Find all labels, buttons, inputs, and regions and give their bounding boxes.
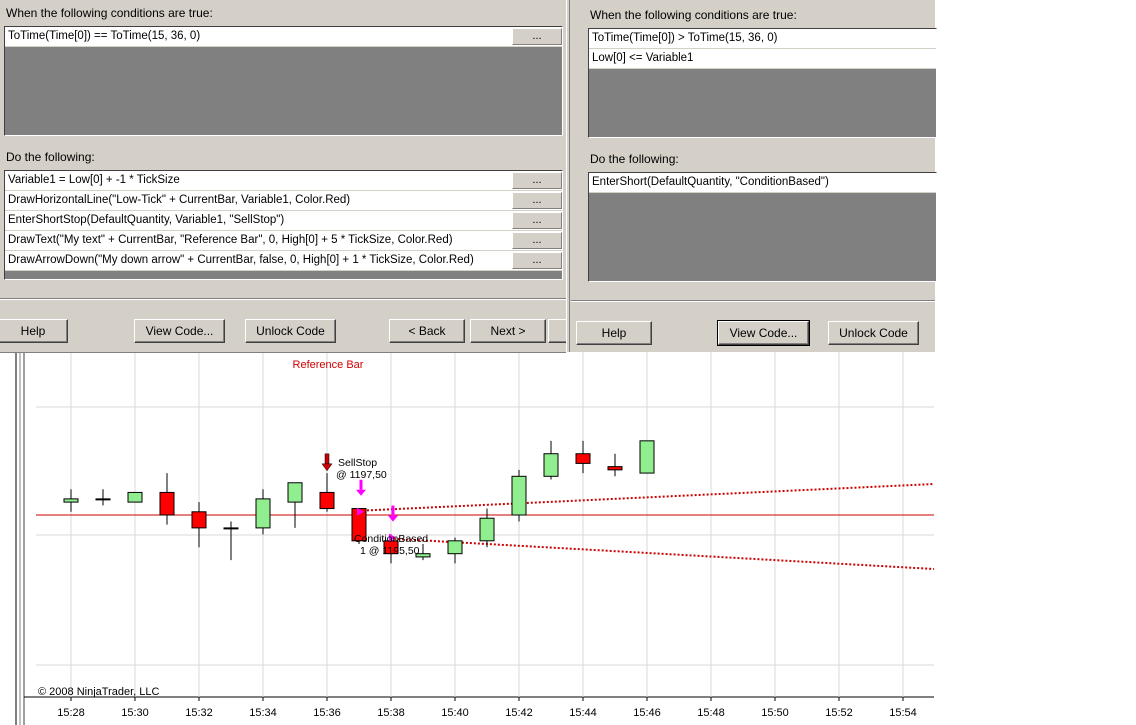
- sellstop-label: SellStop: [338, 457, 377, 469]
- action-text: DrawText("My text" + CurrentBar, "Refere…: [8, 234, 453, 246]
- edit-condition-button[interactable]: ...: [512, 28, 562, 45]
- down-arrow-shaft: [324, 453, 330, 465]
- separator: [0, 298, 566, 300]
- conditions-label: When the following conditions are true:: [590, 8, 797, 22]
- candle-body: [639, 440, 655, 474]
- candle-body: [255, 498, 271, 529]
- copyright-text: © 2008 NinjaTrader, LLC: [38, 686, 159, 698]
- price-chart[interactable]: 15:28 15:30 15:32 15:34 15:36 15:38 15:40 15:42…: [0, 352, 934, 725]
- condition-text: ToTime(Time[0]) > ToTime(15, 36, 0): [592, 32, 778, 44]
- action-row[interactable]: DrawHorizontalLine("Low-Tick" + CurrentB…: [5, 191, 562, 211]
- edit-action-button[interactable]: ...: [512, 192, 562, 209]
- conditions-label: When the following conditions are true:: [6, 6, 213, 20]
- x-tick-label: 15:32: [185, 707, 213, 719]
- x-tick-label: 15:52: [825, 707, 853, 719]
- x-tick-label: 15:42: [505, 707, 533, 719]
- candle-body: [127, 491, 143, 503]
- action-row[interactable]: DrawArrowDown("My down arrow" + CurrentB…: [5, 251, 562, 271]
- view-code-button[interactable]: View Code...: [134, 319, 225, 343]
- x-tick-label: 15:54: [889, 707, 917, 719]
- x-tick-label: 15:30: [121, 707, 149, 719]
- candle-body: [191, 511, 207, 529]
- x-tick-label: 15:40: [441, 707, 469, 719]
- unlock-code-button[interactable]: Unlock Code: [828, 321, 919, 345]
- condition-text: ToTime(Time[0]) == ToTime(15, 36, 0): [8, 30, 201, 42]
- edit-action-button[interactable]: ...: [512, 252, 562, 269]
- help-button[interactable]: Help: [576, 321, 652, 345]
- candle-body: [319, 491, 335, 510]
- actions-list[interactable]: Variable1 = Low[0] + -1 * TickSize ... D…: [4, 170, 563, 280]
- edit-action-button[interactable]: ...: [512, 172, 562, 189]
- condition-row[interactable]: ToTime(Time[0]) == ToTime(15, 36, 0) ...: [5, 27, 562, 47]
- strategy-wizard-right: When the following conditions are true: …: [566, 0, 937, 352]
- candle-body: [543, 453, 559, 477]
- x-tick-label: 15:28: [57, 707, 85, 719]
- separator: [571, 300, 935, 302]
- strategy-wizard-left: When the following conditions are true: …: [0, 0, 578, 353]
- action-row[interactable]: Variable1 = Low[0] + -1 * TickSize ...: [5, 171, 562, 191]
- x-tick-label: 15:46: [633, 707, 661, 719]
- action-text: EnterShortStop(DefaultQuantity, Variable…: [8, 214, 285, 226]
- action-text: Variable1 = Low[0] + -1 * TickSize: [8, 174, 180, 186]
- candle-body: [287, 482, 303, 503]
- candle-body: [575, 453, 591, 464]
- x-tick-label: 15:50: [761, 707, 789, 719]
- actions-label: Do the following:: [6, 150, 95, 164]
- actions-label: Do the following:: [590, 152, 679, 166]
- action-text: DrawHorizontalLine("Low-Tick" + CurrentB…: [8, 194, 351, 206]
- candle-body: [607, 466, 623, 471]
- candle-body: [159, 491, 175, 516]
- condition-row[interactable]: ToTime(Time[0]) > ToTime(15, 36, 0): [589, 29, 936, 49]
- condition-text: Low[0] <= Variable1: [592, 52, 694, 64]
- unlock-code-button[interactable]: Unlock Code: [245, 319, 336, 343]
- x-tick-label: 15:34: [249, 707, 277, 719]
- candle-body: [479, 517, 495, 542]
- candle-body: [223, 527, 239, 530]
- view-code-button[interactable]: View Code...: [717, 320, 810, 346]
- candle-body: [95, 498, 111, 501]
- condition-based-label: ConditionBased: [354, 533, 428, 545]
- conditions-list[interactable]: ToTime(Time[0]) > ToTime(15, 36, 0) Low[…: [588, 28, 937, 138]
- conditions-list[interactable]: ToTime(Time[0]) == ToTime(15, 36, 0) ...: [4, 26, 563, 136]
- x-tick-label: 15:36: [313, 707, 341, 719]
- action-row[interactable]: DrawText("My text" + CurrentBar, "Refere…: [5, 231, 562, 251]
- actions-list[interactable]: EnterShort(DefaultQuantity, "ConditionBa…: [588, 172, 937, 282]
- x-tick-label: 15:48: [697, 707, 725, 719]
- help-button[interactable]: Help: [0, 319, 68, 343]
- action-text: EnterShort(DefaultQuantity, "ConditionBa…: [592, 176, 829, 188]
- x-tick-label: 15:38: [377, 707, 405, 719]
- action-text: DrawArrowDown("My down arrow" + CurrentB…: [8, 254, 474, 266]
- condition-row[interactable]: Low[0] <= Variable1: [589, 49, 936, 69]
- candle-body: [63, 498, 79, 503]
- edit-action-button[interactable]: ...: [512, 212, 562, 229]
- sellstop-price: @ 1197,50: [336, 469, 387, 481]
- action-row[interactable]: EnterShort(DefaultQuantity, "ConditionBa…: [589, 173, 936, 193]
- reference-bar-label: Reference Bar: [293, 359, 364, 371]
- back-button[interactable]: < Back: [389, 319, 465, 343]
- action-row[interactable]: EnterShortStop(DefaultQuantity, Variable…: [5, 211, 562, 231]
- next-button[interactable]: Next >: [470, 319, 546, 343]
- condition-based-price: 1 @ 1195,50: [360, 545, 420, 557]
- candle-body: [447, 540, 463, 555]
- candle-body: [511, 475, 527, 516]
- x-tick-label: 15:44: [569, 707, 597, 719]
- edit-action-button[interactable]: ...: [512, 232, 562, 249]
